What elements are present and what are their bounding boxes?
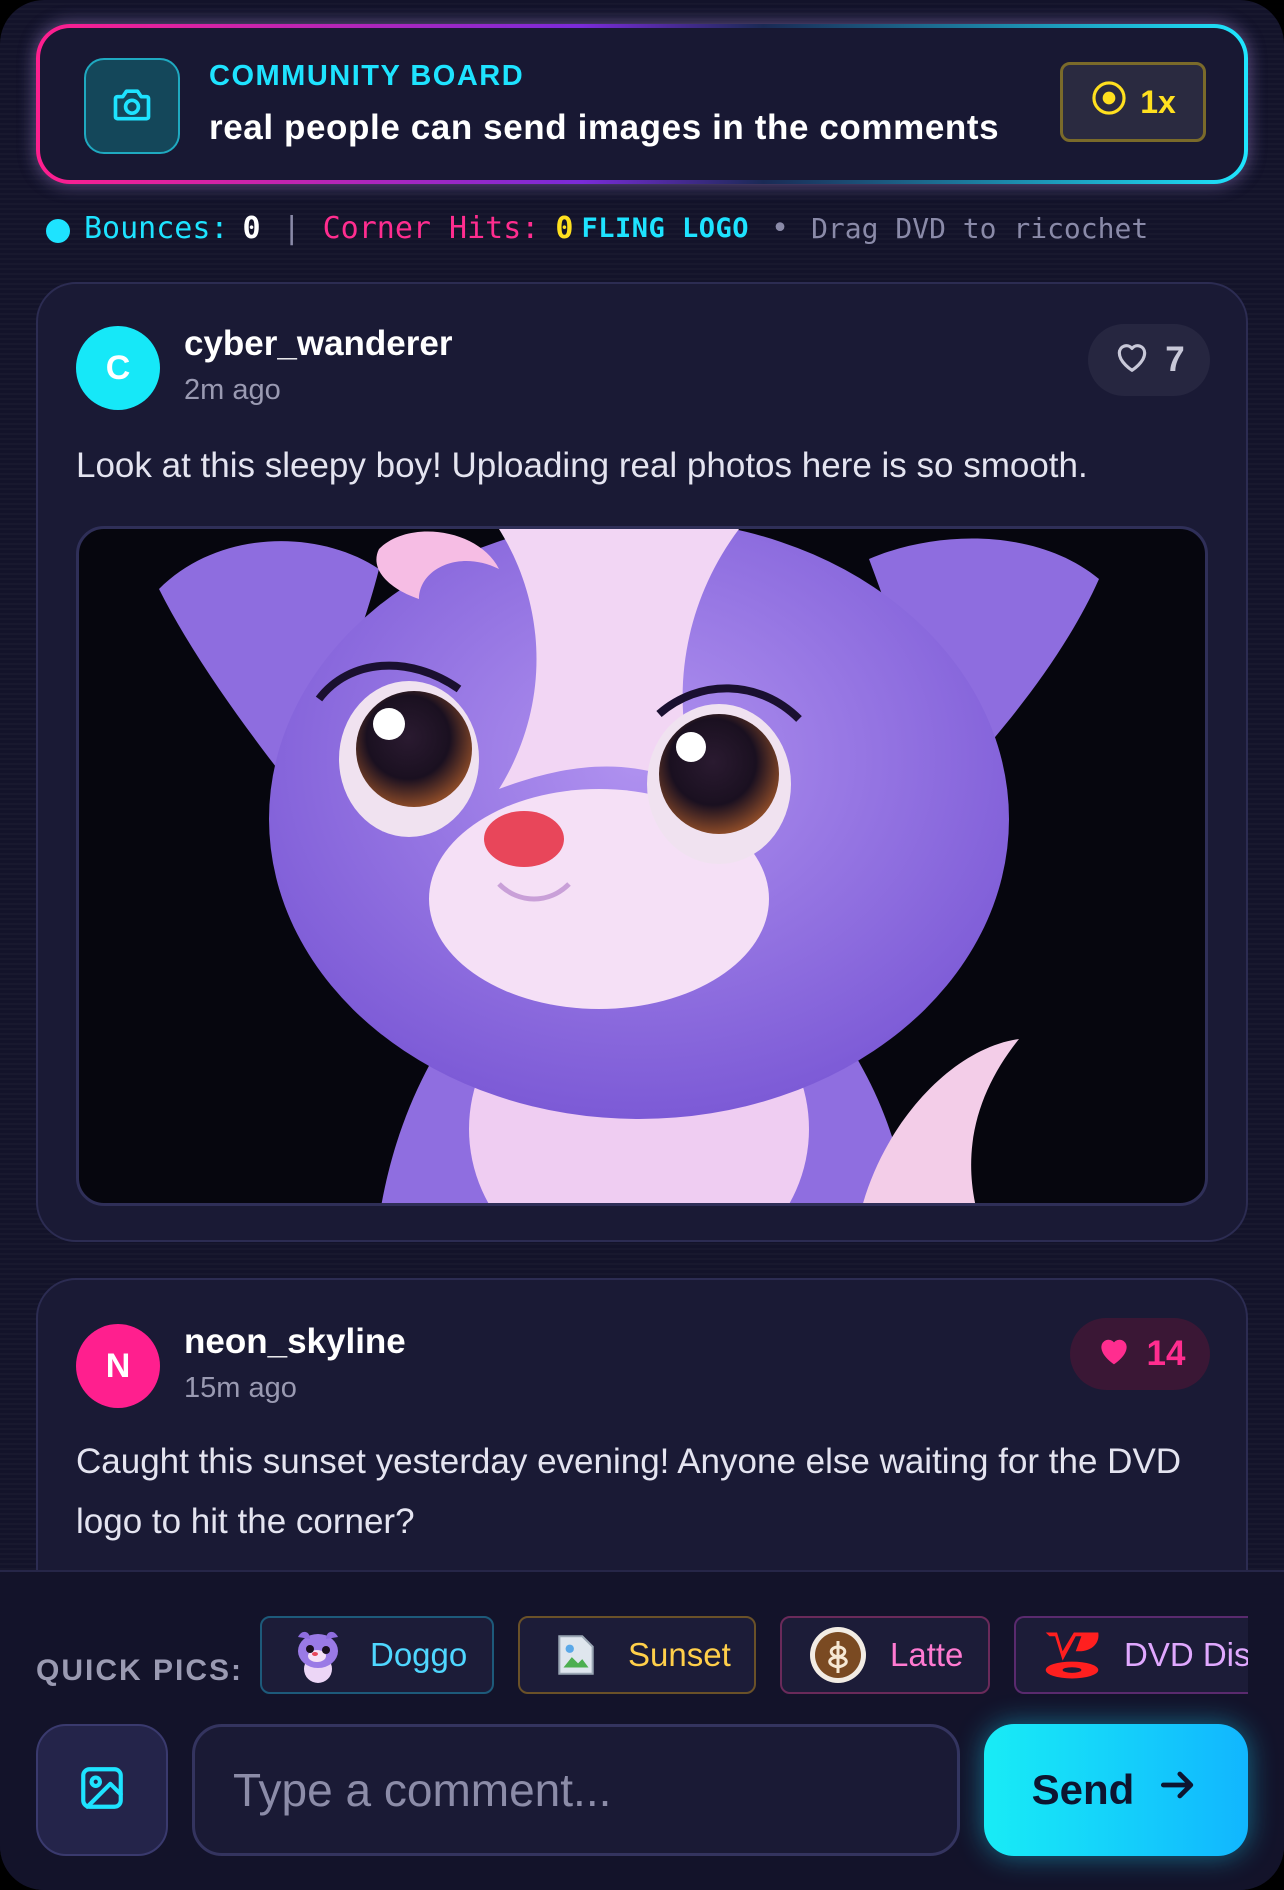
- post-image[interactable]: [76, 526, 1208, 1206]
- quick-pic-dvd[interactable]: DVD Dis: [1014, 1616, 1248, 1694]
- stats-separator: |: [282, 210, 301, 246]
- cartoon-puppy-image: [159, 529, 1099, 1203]
- quick-pic-label: Sunset: [628, 1636, 731, 1673]
- corner-hits-label: Corner Hits:: [322, 210, 540, 246]
- avatar[interactable]: C: [76, 326, 160, 410]
- latte-thumb-icon: [808, 1625, 868, 1685]
- quick-pic-latte[interactable]: Latte: [780, 1616, 990, 1694]
- bounces-value: 0: [242, 210, 261, 246]
- puppy-thumb-icon: [288, 1625, 348, 1685]
- speed-button[interactable]: 1x: [1060, 62, 1206, 142]
- camera-button[interactable]: [84, 58, 180, 154]
- board-title: COMMUNITY BOARD: [209, 60, 525, 92]
- target-icon: [1090, 79, 1128, 125]
- quick-pic-label: DVD Dis: [1124, 1636, 1248, 1673]
- avatar[interactable]: N: [76, 1324, 160, 1408]
- like-button[interactable]: 7: [1088, 324, 1210, 396]
- post-username[interactable]: cyber_wanderer: [184, 324, 452, 364]
- speed-label: 1x: [1140, 83, 1176, 120]
- header-banner: COMMUNITY BOARD real people can send ima…: [36, 24, 1248, 184]
- quick-pic-doggo[interactable]: Doggo: [260, 1616, 494, 1694]
- like-count: 14: [1146, 1334, 1186, 1373]
- post-text: Caught this sunset yesterday evening! An…: [76, 1442, 1182, 1541]
- quick-pic-sunset[interactable]: Sunset: [518, 1616, 756, 1694]
- composer-bar: QUICK PICS: Doggo Sunset Latte DVD Dis T…: [0, 1570, 1284, 1890]
- post-text: Look at this sleepy boy! Uploading real …: [76, 446, 1088, 485]
- arrow-right-icon: [1156, 1763, 1200, 1817]
- send-label: Send: [1031, 1766, 1135, 1813]
- post-username[interactable]: neon_skyline: [184, 1322, 406, 1362]
- fling-logo-button[interactable]: FLING LOGO: [581, 213, 749, 244]
- send-button[interactable]: Send: [984, 1724, 1248, 1856]
- comment-input[interactable]: [192, 1724, 960, 1856]
- quick-pic-label: Latte: [890, 1636, 964, 1673]
- post-card: C cyber_wanderer 2m ago 7 Look at this s…: [36, 282, 1248, 1242]
- board-subtitle: real people can send images in the comme…: [209, 108, 1000, 147]
- drag-hint: Drag DVD to ricochet: [811, 211, 1149, 245]
- app-screen: COMMUNITY BOARD real people can send ima…: [0, 0, 1284, 1890]
- post-timestamp: 2m ago: [184, 374, 281, 406]
- dvd-logo-icon: [1042, 1625, 1102, 1685]
- quick-pic-label: Doggo: [370, 1636, 468, 1673]
- header-panel: COMMUNITY BOARD real people can send ima…: [40, 28, 1244, 180]
- camera-icon: [110, 82, 154, 131]
- corner-hits-value: 0: [555, 210, 574, 246]
- like-button[interactable]: 14: [1070, 1318, 1210, 1390]
- status-dot-icon: [46, 219, 70, 243]
- image-icon: [77, 1763, 127, 1818]
- post-timestamp: 15m ago: [184, 1372, 297, 1404]
- stats-bullet: •: [771, 210, 790, 246]
- heart-filled-icon: [1095, 1332, 1133, 1377]
- stats-bar: Bounces: 0 | Corner Hits: 0 FLING LOGO •…: [46, 208, 1148, 248]
- heart-outline-icon: [1113, 338, 1151, 383]
- quick-pics-label: QUICK PICS:: [36, 1654, 244, 1687]
- bounces-label: Bounces:: [84, 210, 229, 246]
- like-count: 7: [1165, 340, 1185, 379]
- broken-image-icon: [546, 1625, 606, 1685]
- attach-image-button[interactable]: [36, 1724, 168, 1856]
